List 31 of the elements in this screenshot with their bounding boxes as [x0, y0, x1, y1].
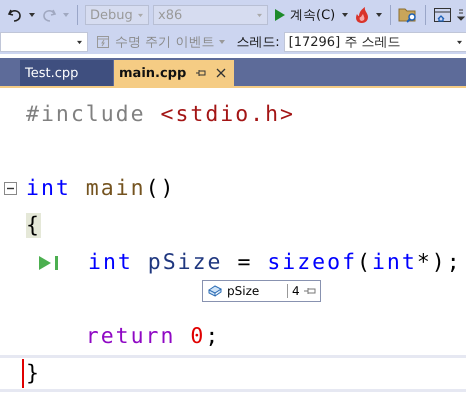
code-line: int main()	[26, 176, 176, 201]
continue-button[interactable]: 계속(C)	[272, 6, 338, 24]
caret-icon	[256, 12, 263, 18]
code-line: }	[26, 361, 41, 386]
variable-name: pSize	[227, 284, 260, 298]
collapse-icon[interactable]	[4, 182, 16, 195]
document-tab[interactable]: Test.cpp	[20, 60, 113, 86]
close-icon[interactable]	[216, 68, 226, 78]
overflow-icon[interactable]	[457, 8, 466, 22]
code-line: #include <stdio.h>	[26, 102, 295, 127]
code-line: return 0;	[84, 324, 220, 349]
caret-icon	[76, 40, 83, 44]
data-tip[interactable]: pSize 4	[202, 280, 321, 302]
thread-dropdown[interactable]: [17296] 주 스레드	[284, 32, 466, 52]
document-tab[interactable]: main.cpp	[114, 60, 234, 86]
pin-icon[interactable]	[196, 68, 206, 78]
caret-icon[interactable]	[375, 12, 384, 18]
caret-icon[interactable]	[341, 12, 350, 18]
variable-value[interactable]: 4	[287, 284, 300, 298]
field-icon	[207, 284, 223, 298]
thread-label: 스레드:	[236, 34, 280, 51]
window-icon[interactable]	[433, 6, 454, 24]
play-icon	[274, 8, 286, 22]
caret-icon	[137, 12, 144, 18]
pin-icon[interactable]	[304, 286, 316, 296]
folder-search-icon[interactable]	[398, 6, 418, 24]
caret-icon	[456, 40, 463, 44]
step-icon[interactable]	[38, 254, 60, 272]
caret-icon[interactable]	[28, 12, 36, 18]
code-line: int pSize = sizeof(int*);	[88, 250, 462, 275]
lightning-window-icon	[96, 35, 110, 49]
